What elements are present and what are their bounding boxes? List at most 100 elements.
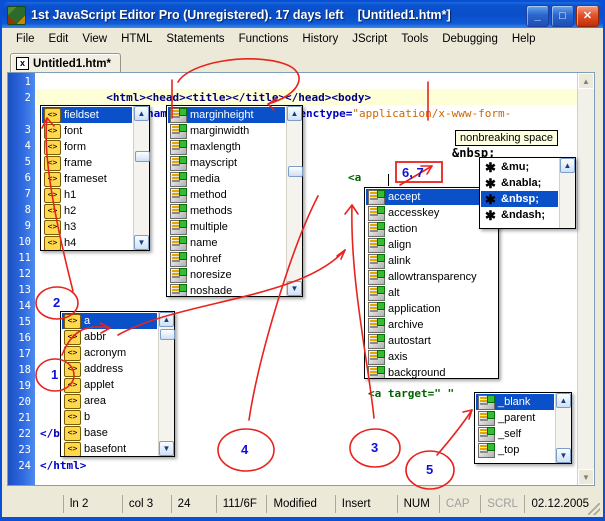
list-item[interactable]: <> area: [62, 393, 157, 409]
list-item[interactable]: <> frame: [42, 155, 132, 171]
list-item[interactable]: <> address: [62, 361, 157, 377]
list-item[interactable]: alt: [366, 285, 497, 301]
popup-scrollbar[interactable]: ▲ ▼: [133, 106, 150, 250]
scrollbar-thumb[interactable]: [135, 151, 150, 162]
menu-html[interactable]: HTML: [114, 31, 159, 47]
list-item[interactable]: ✱ &nbsp;: [481, 191, 558, 207]
list-item[interactable]: noshade: [168, 283, 285, 296]
list-item[interactable]: _self: [476, 426, 554, 442]
list-item[interactable]: autostart: [366, 333, 497, 349]
list-item[interactable]: <> fieldset: [42, 107, 132, 123]
scroll-down-icon[interactable]: ▼: [287, 281, 302, 296]
autocomplete-entities-popup[interactable]: ✱ &mu; ✱ &nabla; ✱ &nbsp; ✱ &ndash; ▲: [479, 157, 576, 229]
autocomplete-list[interactable]: marginheight marginwidth maxlength maysc…: [167, 106, 286, 296]
list-item[interactable]: marginwidth: [168, 123, 285, 139]
menu-file[interactable]: File: [9, 31, 42, 47]
autocomplete-attributes-popup-1[interactable]: marginheight marginwidth maxlength maysc…: [166, 105, 303, 297]
autocomplete-targets-popup[interactable]: _blank _parent _self _top ▲ ▼: [474, 392, 572, 464]
list-item[interactable]: <> base: [62, 425, 157, 441]
list-item[interactable]: ✱ &mu;: [481, 159, 558, 175]
autocomplete-tags-popup-1[interactable]: <> fieldset <> font <> form <> frame <> frame…: [40, 105, 150, 251]
scroll-up-icon[interactable]: ▲: [578, 73, 594, 89]
list-item[interactable]: action: [366, 221, 497, 237]
list-item[interactable]: method: [168, 187, 285, 203]
list-item[interactable]: allowtransparency: [366, 269, 497, 285]
scrollbar-thumb[interactable]: [160, 329, 175, 340]
autocomplete-tags-popup-2[interactable]: <> a <> abbr <> acronym <> address <> applet …: [60, 311, 175, 457]
maximize-button[interactable]: □: [551, 5, 574, 27]
autocomplete-list[interactable]: <> a <> abbr <> acronym <> address <> applet …: [61, 312, 158, 456]
popup-scrollbar[interactable]: ▲ ▼: [158, 312, 175, 456]
list-item[interactable]: maxlength: [168, 139, 285, 155]
scrollbar-thumb[interactable]: [288, 166, 303, 177]
list-item[interactable]: <> font: [42, 123, 132, 139]
list-item[interactable]: marginheight: [168, 107, 285, 123]
list-item[interactable]: <> abbr: [62, 329, 157, 345]
list-item[interactable]: background: [366, 365, 497, 378]
menu-view[interactable]: View: [75, 31, 114, 47]
scroll-down-icon[interactable]: ▼: [159, 441, 174, 456]
editor-vertical-scrollbar[interactable]: ▲ ▼: [577, 73, 594, 485]
list-item[interactable]: <> basefont: [62, 441, 157, 456]
list-item[interactable]: multiple: [168, 219, 285, 235]
list-item[interactable]: <> h4: [42, 235, 132, 250]
menu-help[interactable]: Help: [505, 31, 543, 47]
popup-scrollbar[interactable]: ▲ ▼: [286, 106, 303, 296]
list-item[interactable]: _parent: [476, 410, 554, 426]
list-item[interactable]: name: [168, 235, 285, 251]
menu-debugging[interactable]: Debugging: [435, 31, 505, 47]
scroll-up-icon[interactable]: ▲: [556, 393, 571, 408]
list-item[interactable]: methods: [168, 203, 285, 219]
list-item-label: mayscript: [190, 157, 238, 169]
list-item[interactable]: noresize: [168, 267, 285, 283]
scroll-up-icon[interactable]: ▲: [287, 106, 302, 121]
close-button[interactable]: ✕: [576, 5, 599, 27]
list-item[interactable]: _blank: [476, 394, 554, 410]
list-item[interactable]: <> b: [62, 409, 157, 425]
menu-functions[interactable]: Functions: [232, 31, 296, 47]
list-item[interactable]: align: [366, 237, 497, 253]
scroll-down-icon[interactable]: ▼: [578, 469, 594, 485]
list-item[interactable]: <> form: [42, 139, 132, 155]
tab-untitled1[interactable]: x Untitled1.htm*: [10, 53, 121, 73]
autocomplete-list[interactable]: <> fieldset <> font <> form <> frame <> frame…: [41, 106, 133, 250]
list-item[interactable]: alink: [366, 253, 497, 269]
list-item[interactable]: <> acronym: [62, 345, 157, 361]
list-item[interactable]: accesskey: [366, 205, 497, 221]
list-item[interactable]: <> a: [62, 313, 157, 329]
list-item[interactable]: <> frameset: [42, 171, 132, 187]
scroll-down-icon[interactable]: ▼: [134, 235, 149, 250]
list-item[interactable]: application: [366, 301, 497, 317]
autocomplete-list[interactable]: ✱ &mu; ✱ &nabla; ✱ &nbsp; ✱ &ndash;: [480, 158, 559, 228]
list-item[interactable]: axis: [366, 349, 497, 365]
list-item[interactable]: <> applet: [62, 377, 157, 393]
resize-grip-icon[interactable]: [588, 503, 600, 515]
list-item[interactable]: mayscript: [168, 155, 285, 171]
minimize-button[interactable]: _: [526, 5, 549, 27]
code-editor[interactable]: 1 2 3 4 5 6 7 8 9 10 11 12 13 14 15 16 1…: [7, 72, 595, 486]
menu-tools[interactable]: Tools: [394, 31, 435, 47]
list-item[interactable]: <> h2: [42, 203, 132, 219]
tab-close-icon[interactable]: x: [16, 57, 29, 70]
menu-history[interactable]: History: [295, 31, 345, 47]
scroll-up-icon[interactable]: ▲: [159, 312, 174, 327]
autocomplete-list[interactable]: _blank _parent _self _top: [475, 393, 555, 463]
menu-statements[interactable]: Statements: [159, 31, 231, 47]
attribute-icon: [478, 442, 495, 458]
menu-jscript[interactable]: JScript: [345, 31, 394, 47]
scroll-up-icon[interactable]: ▲: [134, 106, 149, 121]
list-item[interactable]: media: [168, 171, 285, 187]
list-item[interactable]: accept: [366, 189, 497, 205]
list-item[interactable]: <> h3: [42, 219, 132, 235]
list-item[interactable]: <> h1: [42, 187, 132, 203]
list-item[interactable]: ✱ &nabla;: [481, 175, 558, 191]
popup-scrollbar[interactable]: ▲: [559, 158, 575, 228]
menu-edit[interactable]: Edit: [42, 31, 76, 47]
list-item[interactable]: ✱ &ndash;: [481, 207, 558, 223]
list-item[interactable]: nohref: [168, 251, 285, 267]
list-item[interactable]: _top: [476, 442, 554, 458]
list-item[interactable]: archive: [366, 317, 497, 333]
popup-scrollbar[interactable]: ▲ ▼: [555, 393, 571, 463]
scroll-down-icon[interactable]: ▼: [556, 448, 571, 463]
scroll-up-icon[interactable]: ▲: [560, 158, 575, 173]
